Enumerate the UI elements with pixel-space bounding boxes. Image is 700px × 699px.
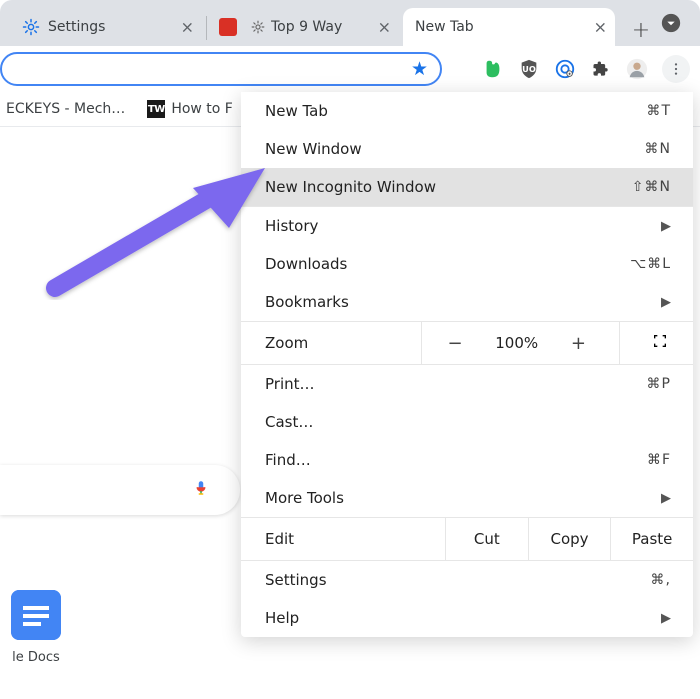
menu-new-window[interactable]: New Window ⌘N bbox=[241, 130, 693, 168]
menu-new-incognito-window[interactable]: New Incognito Window ⇧⌘N bbox=[241, 168, 693, 206]
menu-paste[interactable]: Paste bbox=[610, 518, 693, 560]
zoom-in-button[interactable]: + bbox=[563, 333, 593, 354]
close-icon[interactable]: × bbox=[378, 18, 391, 37]
menu-print[interactable]: Print… ⌘P bbox=[241, 365, 693, 403]
tab-new-tab[interactable]: New Tab × bbox=[403, 8, 615, 46]
chevron-right-icon: ▶ bbox=[661, 611, 671, 626]
tab-settings[interactable]: Settings × bbox=[10, 8, 202, 46]
address-bar[interactable]: ★ bbox=[0, 52, 442, 86]
menu-cast[interactable]: Cast… bbox=[241, 403, 693, 441]
app-menu: New Tab ⌘T New Window ⌘N New Incognito W… bbox=[241, 92, 693, 637]
zoom-out-button[interactable]: − bbox=[440, 333, 470, 354]
ntp-shortcut[interactable]: le Docs bbox=[6, 590, 66, 665]
tab-article[interactable]: Top 9 Way × bbox=[207, 8, 399, 46]
menu-copy[interactable]: Copy bbox=[528, 518, 611, 560]
menu-history[interactable]: History ▶ bbox=[241, 207, 693, 245]
menu-cut[interactable]: Cut bbox=[445, 518, 528, 560]
tab-label: New Tab bbox=[415, 19, 474, 35]
close-icon[interactable]: × bbox=[594, 18, 607, 37]
bookmark-label: ECKEYS - Mech… bbox=[6, 101, 125, 117]
bookmark-star-icon[interactable]: ★ bbox=[411, 58, 428, 80]
site-favicon bbox=[219, 18, 237, 36]
voice-search-icon[interactable] bbox=[192, 476, 210, 504]
menu-new-tab[interactable]: New Tab ⌘T bbox=[241, 92, 693, 130]
toolbar: ★ UO bbox=[0, 46, 700, 93]
profile-avatar[interactable] bbox=[626, 58, 648, 80]
bookmark-favicon: TW bbox=[147, 100, 165, 118]
tab-label: Settings bbox=[48, 19, 105, 35]
gear-icon bbox=[22, 18, 40, 36]
menu-zoom-row: Zoom − 100% + bbox=[241, 322, 693, 364]
app-menu-icon[interactable] bbox=[662, 55, 690, 83]
chevron-right-icon: ▶ bbox=[661, 219, 671, 234]
zoom-value: 100% bbox=[495, 334, 538, 352]
gear-icon bbox=[251, 20, 265, 34]
extensions-puzzle-icon[interactable] bbox=[590, 58, 612, 80]
chevron-right-icon: ▶ bbox=[661, 491, 671, 506]
tab-label: Top 9 Way bbox=[271, 19, 342, 35]
docs-icon bbox=[11, 590, 61, 640]
search-box[interactable] bbox=[0, 465, 240, 515]
menu-settings[interactable]: Settings ⌘, bbox=[241, 561, 693, 599]
tab-strip: Settings × Top 9 Way × New Tab × + bbox=[0, 0, 700, 46]
tabs-dropdown-icon[interactable] bbox=[660, 12, 682, 34]
ublock-extension-icon[interactable]: UO bbox=[518, 58, 540, 80]
menu-downloads[interactable]: Downloads ⌥⌘L bbox=[241, 245, 693, 283]
menu-edit-row: Edit Cut Copy Paste bbox=[241, 518, 693, 560]
svg-text:UO: UO bbox=[522, 64, 536, 74]
menu-bookmarks[interactable]: Bookmarks ▶ bbox=[241, 283, 693, 321]
chevron-right-icon: ▶ bbox=[661, 295, 671, 310]
evernote-extension-icon[interactable] bbox=[482, 58, 504, 80]
bookmark-item[interactable]: ECKEYS - Mech… bbox=[6, 101, 125, 117]
menu-find[interactable]: Find… ⌘F bbox=[241, 441, 693, 479]
bookmark-label: How to F bbox=[171, 101, 233, 117]
annotation-arrow-icon bbox=[35, 168, 275, 312]
menu-more-tools[interactable]: More Tools ▶ bbox=[241, 479, 693, 517]
extension-icon[interactable] bbox=[554, 58, 576, 80]
menu-help[interactable]: Help ▶ bbox=[241, 599, 693, 637]
shortcut-label: le Docs bbox=[6, 650, 66, 665]
fullscreen-button[interactable] bbox=[645, 333, 675, 353]
bookmark-item[interactable]: TW How to F bbox=[147, 100, 233, 118]
close-icon[interactable]: × bbox=[181, 18, 194, 37]
new-tab-button[interactable]: + bbox=[625, 14, 657, 46]
